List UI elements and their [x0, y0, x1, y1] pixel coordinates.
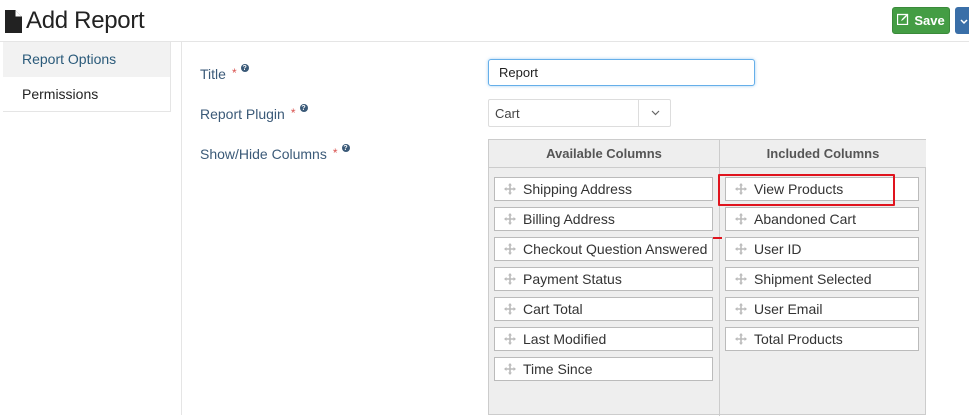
available-column-item[interactable]: Time Since	[494, 357, 713, 381]
column-label: Time Since	[523, 361, 593, 377]
included-column-item[interactable]: Abandoned Cart	[725, 207, 919, 231]
available-column-item[interactable]: Payment Status	[494, 267, 713, 291]
column-label: Payment Status	[523, 271, 622, 287]
help-icon[interactable]: ?	[341, 144, 350, 152]
columns-label-row: Show/Hide Columns * ?	[200, 144, 350, 162]
move-icon[interactable]	[497, 302, 523, 316]
included-column-item[interactable]: User Email	[725, 297, 919, 321]
column-label: Last Modified	[523, 331, 607, 347]
required-marker: *	[231, 66, 237, 80]
content-divider	[181, 42, 182, 415]
columns-label: Show/Hide Columns	[200, 146, 327, 162]
plugin-label: Report Plugin	[200, 106, 285, 122]
highlight-annotation	[718, 174, 895, 206]
move-icon[interactable]	[497, 362, 523, 376]
title-input[interactable]	[488, 59, 755, 86]
plugin-selected-value: Cart	[495, 106, 520, 121]
move-icon[interactable]	[497, 272, 523, 286]
title-label-row: Title * ?	[200, 64, 249, 82]
included-columns-header: Included Columns	[720, 140, 926, 168]
included-column-item[interactable]: User ID	[725, 237, 919, 261]
column-label: Shipping Address	[523, 181, 632, 197]
save-button[interactable]: Save	[892, 7, 950, 34]
move-icon[interactable]	[728, 272, 754, 286]
column-label: Billing Address	[523, 211, 615, 227]
included-column-item[interactable]: Shipment Selected	[725, 267, 919, 291]
required-marker: *	[290, 106, 296, 120]
sidebar-item-permissions[interactable]: Permissions	[3, 77, 170, 112]
move-icon[interactable]	[728, 332, 754, 346]
save-button-label: Save	[914, 13, 945, 28]
report-plugin-select[interactable]: Cart	[488, 99, 671, 127]
title-label: Title	[200, 66, 226, 82]
move-icon[interactable]	[728, 242, 754, 256]
column-label: User Email	[754, 301, 823, 317]
available-column-item[interactable]: Last Modified	[494, 327, 713, 351]
column-label: Total Products	[754, 331, 843, 347]
column-label: Shipment Selected	[754, 271, 872, 287]
available-column-item[interactable]: Shipping Address	[494, 177, 713, 201]
sidebar-item-report-options[interactable]: Report Options	[3, 42, 170, 77]
move-icon[interactable]	[497, 332, 523, 346]
included-column-item[interactable]: Total Products	[725, 327, 919, 351]
edit-icon	[897, 13, 909, 28]
move-icon[interactable]	[728, 302, 754, 316]
available-column-item[interactable]: Billing Address	[494, 207, 713, 231]
move-icon[interactable]	[497, 182, 523, 196]
sidebar: Report Options Permissions	[3, 42, 171, 112]
column-label: User ID	[754, 241, 802, 257]
save-options-button[interactable]	[955, 7, 969, 34]
column-label: Cart Total	[523, 301, 583, 317]
move-icon[interactable]	[497, 212, 523, 226]
title-group: Add Report	[4, 7, 145, 35]
available-column-item[interactable]: Checkout Question Answered	[494, 237, 713, 261]
move-icon[interactable]	[728, 212, 754, 226]
chevron-down-icon	[960, 12, 968, 30]
move-icon[interactable]	[497, 242, 523, 256]
chevron-down-icon[interactable]	[638, 100, 671, 126]
available-column-item[interactable]: Cart Total	[494, 297, 713, 321]
document-icon	[4, 9, 22, 33]
required-marker: *	[332, 146, 338, 160]
page-header: Add Report Save	[0, 0, 969, 42]
drop-marker	[713, 237, 722, 239]
available-columns-header: Available Columns	[489, 140, 719, 168]
column-label: Checkout Question Answered	[523, 241, 708, 257]
column-label: Abandoned Cart	[754, 211, 856, 227]
help-icon[interactable]: ?	[240, 64, 249, 72]
plugin-label-row: Report Plugin * ?	[200, 104, 308, 122]
help-icon[interactable]: ?	[299, 104, 308, 112]
page-title: Add Report	[26, 7, 145, 34]
